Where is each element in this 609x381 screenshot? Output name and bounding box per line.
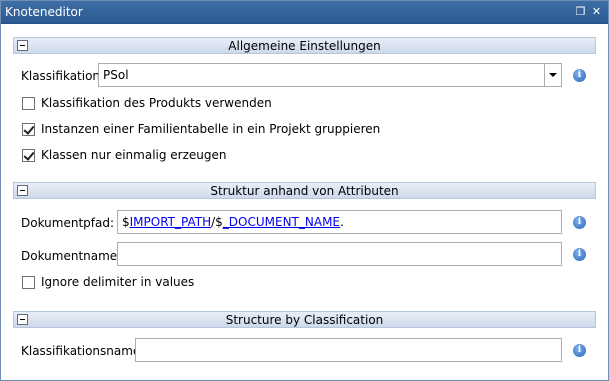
checkbox-label: Klassifikation des Produkts verwenden [41, 96, 272, 110]
path-variable-import-path[interactable]: IMPORT_PATH [130, 215, 211, 229]
checkbox[interactable] [22, 123, 35, 136]
checkbox-label: Ignore delimiter in values [41, 275, 195, 289]
path-text: . [340, 215, 344, 229]
path-text: $ [122, 215, 130, 229]
section-title: Structure by Classification [225, 313, 384, 327]
section-title: Allgemeine Einstellungen [228, 39, 381, 53]
info-icon[interactable]: i [573, 69, 586, 82]
classification-dropdown[interactable]: PSol [98, 63, 562, 87]
checkbox[interactable] [22, 97, 35, 110]
document-path-field[interactable]: $IMPORT_PATH/$_DOCUMENT_NAME. [117, 210, 562, 234]
info-icon[interactable]: i [573, 216, 586, 229]
checkbox[interactable] [22, 276, 35, 289]
info-icon[interactable]: i [573, 344, 586, 357]
window-title: Knoteneditor [5, 5, 83, 19]
section-header-general[interactable]: Allgemeine Einstellungen [13, 37, 596, 54]
info-icon[interactable]: i [573, 248, 586, 261]
node-editor-window: Knoteneditor ❐ ✕ Allgemeine Einstellunge… [0, 0, 609, 381]
document-path-label: Dokumentpfad: [21, 216, 115, 230]
path-text: /$ [211, 215, 223, 229]
restore-icon[interactable]: ❐ [574, 5, 587, 18]
path-variable-document-name[interactable]: _DOCUMENT_NAME [223, 215, 340, 229]
classification-label: Klassifikation: [21, 69, 105, 83]
document-name-field[interactable] [117, 242, 562, 266]
checkbox-label: Klassen nur einmalig erzeugen [41, 148, 227, 162]
classification-value: PSol [103, 68, 129, 82]
document-name-label: Dokumentname: [21, 249, 122, 263]
checkbox-label: Instanzen einer Familientabelle in ein P… [41, 122, 381, 136]
section-header-structure-attributes[interactable]: Struktur anhand von Attributen [13, 182, 596, 199]
classification-name-field[interactable] [135, 338, 562, 362]
title-bar: Knoteneditor ❐ ✕ [1, 1, 608, 24]
checkbox[interactable] [22, 149, 35, 162]
classification-name-label: Klassifikationsname: [21, 344, 145, 358]
chevron-down-icon[interactable] [544, 64, 561, 86]
section-title: Struktur anhand von Attributen [210, 184, 399, 198]
close-icon[interactable]: ✕ [590, 5, 603, 18]
section-header-structure-classification[interactable]: Structure by Classification [13, 311, 596, 328]
